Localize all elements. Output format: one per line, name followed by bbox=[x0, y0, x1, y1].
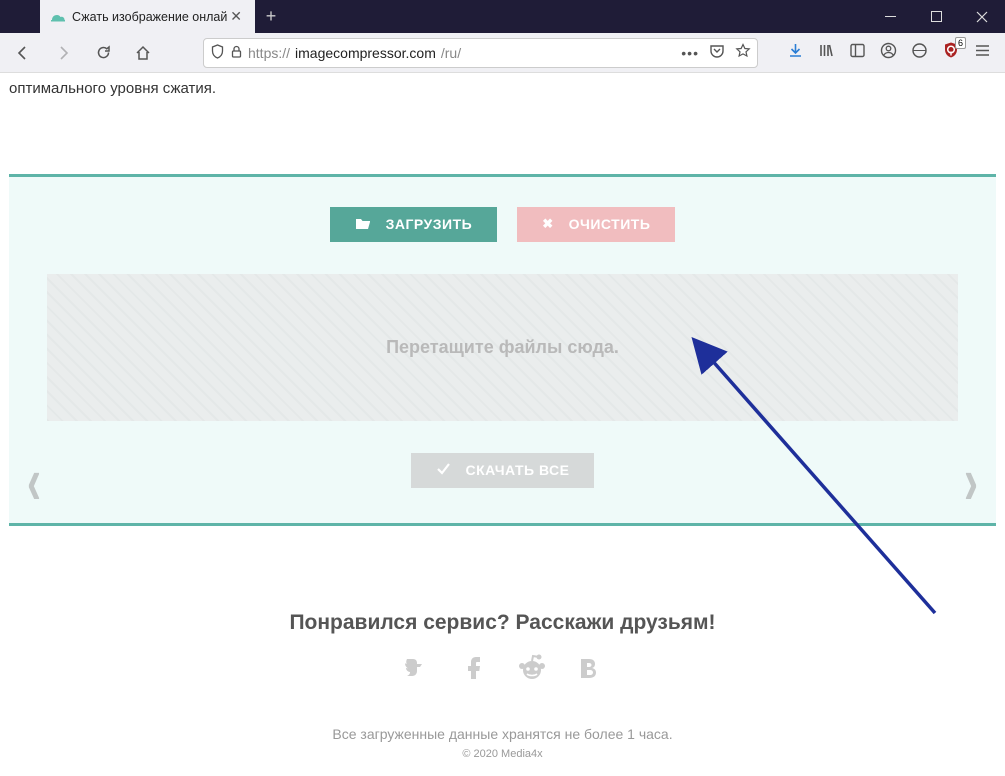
library-icon[interactable] bbox=[818, 42, 835, 64]
ublock-icon[interactable]: 6 bbox=[942, 41, 960, 64]
upload-button-label: ЗАГРУЗИТЬ bbox=[386, 216, 473, 232]
browser-tab[interactable]: Сжать изображение онлайн ✕ bbox=[40, 0, 255, 33]
window-controls bbox=[867, 0, 1005, 33]
lock-icon[interactable] bbox=[230, 45, 243, 61]
tab-title: Сжать изображение онлайн bbox=[72, 10, 227, 24]
url-scheme: https:// bbox=[248, 45, 290, 61]
close-window-button[interactable] bbox=[959, 0, 1005, 33]
page-viewport[interactable]: оптимального уровня сжатия. ЗАГРУЗИТЬ ✖ … bbox=[0, 73, 1005, 776]
facebook-icon[interactable] bbox=[459, 653, 487, 686]
vk-icon[interactable] bbox=[577, 653, 605, 686]
bookmark-star-icon[interactable] bbox=[735, 43, 751, 62]
download-all-button[interactable]: СКАЧАТЬ ВСЕ bbox=[411, 453, 595, 488]
download-all-label: СКАЧАТЬ ВСЕ bbox=[466, 462, 570, 478]
carousel-next-icon[interactable]: › bbox=[964, 442, 978, 519]
clear-button-label: ОЧИСТИТЬ bbox=[569, 216, 651, 232]
dropzone[interactable]: Перетащите файлы сюда. bbox=[47, 274, 958, 421]
home-button[interactable] bbox=[128, 38, 158, 68]
intro-text-fragment: оптимального уровня сжатия. bbox=[9, 79, 996, 99]
app-menu-icon[interactable] bbox=[974, 42, 991, 64]
close-icon: ✖ bbox=[542, 216, 553, 232]
compressor-tool-panel: ЗАГРУЗИТЬ ✖ ОЧИСТИТЬ Перетащите файлы сю… bbox=[9, 177, 996, 523]
share-section: Понравился сервис? Расскажи друзьям! Все… bbox=[9, 611, 996, 760]
window-titlebar: Сжать изображение онлайн ✕ + bbox=[0, 0, 1005, 33]
ublock-badge-count: 6 bbox=[955, 37, 966, 49]
address-bar[interactable]: https:// imagecompressor.com/ru/ ••• bbox=[203, 38, 758, 68]
account-icon[interactable] bbox=[880, 42, 897, 64]
back-button[interactable] bbox=[8, 38, 38, 68]
extension-icon[interactable] bbox=[911, 42, 928, 64]
separator-bottom bbox=[9, 523, 996, 526]
tracking-shield-icon[interactable] bbox=[210, 44, 225, 62]
folder-open-icon bbox=[355, 216, 371, 233]
carousel-prev-icon[interactable]: ‹ bbox=[27, 442, 41, 519]
copyright: © 2020 Media4x bbox=[9, 748, 996, 760]
sidebar-icon[interactable] bbox=[849, 42, 866, 64]
reader-pocket-icon[interactable] bbox=[709, 43, 725, 62]
clear-button[interactable]: ✖ ОЧИСТИТЬ bbox=[517, 207, 675, 242]
new-tab-button[interactable]: + bbox=[255, 0, 287, 33]
share-title: Понравился сервис? Расскажи друзьям! bbox=[9, 611, 996, 635]
check-icon bbox=[436, 461, 451, 479]
retention-notice: Все загруженные данные хранятся не более… bbox=[9, 726, 996, 742]
downloads-icon[interactable] bbox=[787, 42, 804, 64]
reload-button[interactable] bbox=[88, 38, 118, 68]
minimize-button[interactable] bbox=[867, 0, 913, 33]
upload-button[interactable]: ЗАГРУЗИТЬ bbox=[330, 207, 498, 242]
page-actions-icon[interactable]: ••• bbox=[681, 45, 699, 61]
toolbar-right: 6 bbox=[787, 41, 997, 64]
forward-button[interactable] bbox=[48, 38, 78, 68]
browser-toolbar: https:// imagecompressor.com/ru/ ••• 6 bbox=[0, 33, 1005, 73]
reddit-icon[interactable] bbox=[517, 653, 547, 686]
url-path: /ru/ bbox=[441, 45, 461, 61]
tab-favicon bbox=[50, 9, 66, 25]
tab-close-icon[interactable]: ✕ bbox=[227, 8, 245, 25]
maximize-button[interactable] bbox=[913, 0, 959, 33]
twitter-icon[interactable] bbox=[401, 653, 429, 686]
dropzone-text: Перетащите файлы сюда. bbox=[386, 337, 619, 358]
url-domain: imagecompressor.com bbox=[295, 45, 436, 61]
